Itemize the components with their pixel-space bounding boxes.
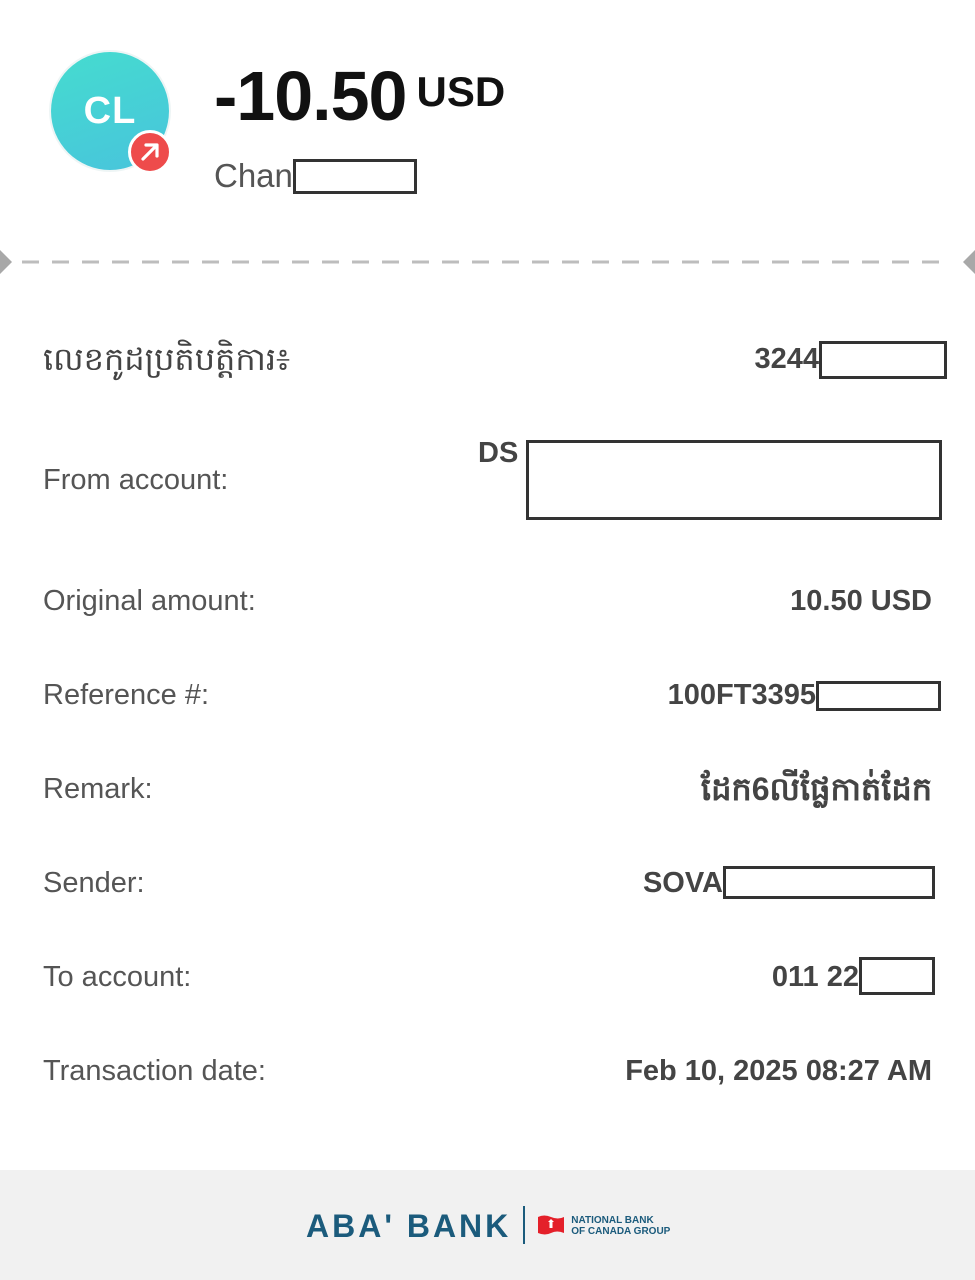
- transaction-receipt: CL -10.50 USD Chan លេខកូដប្រតិបត្តិការ៖ 3…: [0, 0, 975, 1280]
- detail-row-remark: Remark: ដែក6លីផ្លែកាត់ដែក: [43, 759, 932, 819]
- from-account-value: DS: [478, 434, 942, 520]
- detail-row-transaction-date: Transaction date: Feb 10, 2025 08:27 AM: [43, 1041, 932, 1101]
- to-account-value: 011 22: [772, 947, 935, 1007]
- reference-label: Reference #:: [43, 679, 210, 711]
- original-amount-label: Original amount:: [43, 585, 256, 617]
- detail-row-original-amount: Original amount: 10.50 USD: [43, 571, 932, 631]
- transaction-date-label: Transaction date:: [43, 1055, 266, 1087]
- detail-row-sender: Sender: SOVA: [43, 853, 935, 913]
- remark-label: Remark:: [43, 773, 153, 805]
- detail-row-to-account: To account: 011 22: [43, 947, 935, 1007]
- redaction-box: [816, 681, 941, 711]
- from-account-label: From account:: [43, 464, 229, 496]
- recipient-name: Chan: [214, 157, 293, 194]
- receipt-header: CL -10.50 USD Chan: [0, 0, 975, 262]
- redaction-box: [859, 957, 935, 995]
- reference-value: 100FT3395: [668, 665, 941, 725]
- sender-label: Sender:: [43, 867, 145, 899]
- perforated-divider: [0, 248, 975, 276]
- receipt-footer: ABA' BANK NATIONAL BANK OF CANADA GROUP: [0, 1170, 975, 1280]
- outgoing-arrow-icon: [128, 130, 172, 174]
- bank-name: ABA' BANK: [306, 1208, 512, 1244]
- redaction-box: [292, 159, 417, 194]
- bank-group-text: NATIONAL BANK OF CANADA GROUP: [571, 1215, 671, 1237]
- logo-separator: [523, 1206, 526, 1244]
- to-account-label: To account:: [43, 961, 192, 993]
- transaction-amount: -10.50: [214, 57, 407, 135]
- bank-logo: ABA' BANK NATIONAL BANK OF CANADA GROUP: [306, 1206, 670, 1246]
- remark-value: ដែក6លីផ្លែកាត់ដែក: [700, 771, 932, 807]
- sender-value: SOVA: [643, 853, 935, 913]
- redaction-box: [819, 341, 947, 379]
- national-bank-flag-icon: [537, 1214, 565, 1241]
- detail-row-transaction-id: លេខកូដប្រតិបត្តិការ៖ 3244: [43, 329, 947, 389]
- original-amount-value: 10.50 USD: [790, 585, 932, 617]
- redaction-box: [526, 440, 942, 520]
- amount-currency: USD: [416, 68, 506, 115]
- detail-row-reference: Reference #: 100FT3395: [43, 665, 941, 725]
- redaction-box: [723, 866, 935, 899]
- transaction-id-value: 3244: [754, 329, 947, 389]
- amount-row: -10.50 USD: [214, 56, 505, 136]
- recipient-row: Chan: [214, 156, 417, 196]
- transaction-date-value: Feb 10, 2025 08:27 AM: [625, 1055, 932, 1087]
- transaction-id-label: លេខកូដប្រតិបត្តិការ៖: [43, 341, 291, 377]
